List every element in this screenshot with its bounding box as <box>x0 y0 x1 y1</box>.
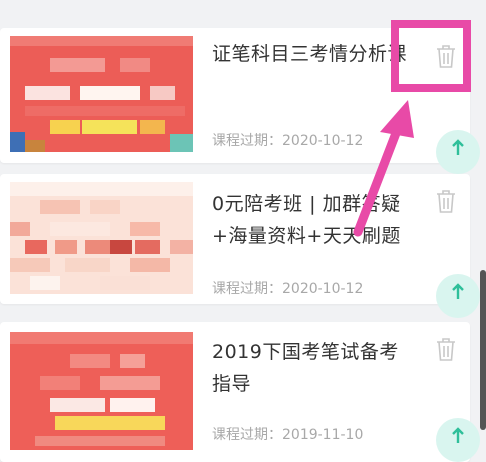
upgrade-badge[interactable] <box>436 130 480 174</box>
upgrade-badge[interactable] <box>436 274 480 318</box>
course-expire-date: 课程过期：2019-11-10 <box>212 427 364 443</box>
course-title[interactable]: 2019下国考笔试备考指导 <box>212 336 412 400</box>
arrow-up-icon <box>452 427 464 443</box>
trash-icon <box>437 338 455 361</box>
course-expire-date: 课程过期：2020-10-12 <box>212 133 364 149</box>
course-card[interactable]: 2019下国考笔试备考指导 课程过期：2019-11-10 <box>0 322 480 462</box>
upgrade-badge[interactable] <box>436 418 480 462</box>
course-title[interactable]: 0元陪考班 | 加群答疑+海量资料+天天刷题 <box>212 188 412 252</box>
course-thumbnail[interactable] <box>10 332 193 450</box>
arrow-up-icon <box>452 283 464 299</box>
delete-button[interactable] <box>435 188 457 214</box>
delete-button[interactable] <box>435 336 457 362</box>
course-title[interactable]: 证笔科目三考情分析课 <box>212 38 412 70</box>
course-card[interactable]: 0元陪考班 | 加群答疑+海量资料+天天刷题 课程过期：2020-10-12 <box>0 174 480 318</box>
annotation-highlight-box <box>391 20 471 92</box>
arrow-up-icon <box>452 139 464 155</box>
course-thumbnail[interactable] <box>10 182 193 294</box>
course-expire-date: 课程过期：2020-10-12 <box>212 281 364 297</box>
course-thumbnail[interactable] <box>10 36 193 152</box>
trash-icon <box>437 190 455 213</box>
scrollbar[interactable] <box>480 270 486 430</box>
